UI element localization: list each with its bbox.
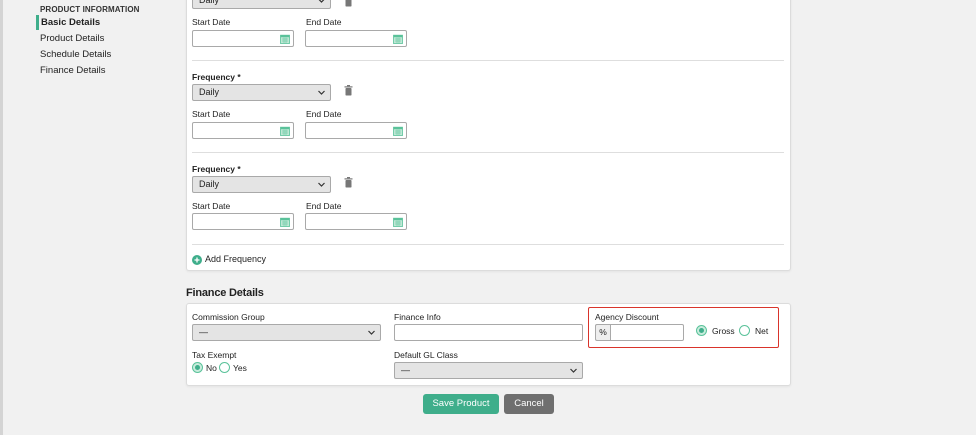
calendar-icon[interactable] bbox=[280, 126, 290, 136]
save-product-button[interactable]: Save Product bbox=[423, 394, 499, 414]
percent-addon: % bbox=[595, 324, 610, 341]
sidebar-item-schedule-details[interactable]: Schedule Details bbox=[36, 47, 156, 62]
sidebar: PRODUCT INFORMATION Basic Details Produc… bbox=[3, 0, 175, 435]
end-date-input-3[interactable] bbox=[305, 213, 407, 230]
gross-radio[interactable] bbox=[696, 325, 707, 336]
default-gl-class-value: — bbox=[401, 365, 410, 375]
frequency-label: Frequency * bbox=[192, 72, 241, 82]
add-frequency-label: Add Frequency bbox=[205, 254, 267, 264]
tax-exempt-yes-label: Yes bbox=[233, 363, 247, 373]
chevron-down-icon bbox=[318, 0, 325, 3]
chevron-down-icon bbox=[318, 90, 325, 95]
net-label: Net bbox=[755, 326, 769, 336]
plus-circle-icon bbox=[192, 255, 202, 265]
trash-icon[interactable] bbox=[344, 177, 353, 188]
cancel-button[interactable]: Cancel bbox=[504, 394, 554, 414]
chevron-down-icon bbox=[368, 330, 375, 335]
commission-group-select[interactable]: — bbox=[192, 324, 381, 341]
sidebar-item-finance-details[interactable]: Finance Details bbox=[36, 63, 156, 78]
commission-group-value: — bbox=[199, 327, 208, 337]
frequency-select-value: Daily bbox=[199, 179, 220, 189]
sidebar-heading: PRODUCT INFORMATION bbox=[40, 5, 140, 14]
start-date-label: Start Date bbox=[192, 201, 231, 211]
finance-info-label: Finance Info bbox=[394, 312, 441, 322]
divider bbox=[192, 244, 784, 245]
end-date-label: End Date bbox=[306, 109, 342, 119]
default-gl-class-label: Default GL Class bbox=[394, 350, 458, 360]
calendar-icon[interactable] bbox=[280, 217, 290, 227]
trash-icon[interactable] bbox=[344, 0, 353, 7]
end-date-input-2[interactable] bbox=[305, 122, 407, 139]
start-date-input-1[interactable] bbox=[192, 30, 294, 47]
finance-info-input[interactable] bbox=[394, 324, 583, 341]
start-date-input-3[interactable] bbox=[192, 213, 294, 230]
default-gl-class-select[interactable]: — bbox=[394, 362, 583, 379]
frequency-select-value: Daily bbox=[199, 0, 220, 5]
tax-exempt-no-label: No bbox=[206, 363, 217, 373]
calendar-icon[interactable] bbox=[393, 126, 403, 136]
start-date-input-2[interactable] bbox=[192, 122, 294, 139]
divider bbox=[192, 60, 784, 61]
end-date-label: End Date bbox=[306, 17, 342, 27]
chevron-down-icon bbox=[570, 368, 577, 373]
frequency-select-2[interactable]: Daily bbox=[192, 84, 331, 101]
end-date-label: End Date bbox=[306, 201, 342, 211]
frequency-select-value: Daily bbox=[199, 87, 220, 97]
frequency-select-1[interactable]: Daily bbox=[192, 0, 331, 9]
agency-discount-input[interactable] bbox=[610, 324, 684, 341]
chevron-down-icon bbox=[318, 182, 325, 187]
finance-details-title: Finance Details bbox=[186, 287, 264, 299]
tax-exempt-label: Tax Exempt bbox=[192, 350, 237, 360]
frequency-select-3[interactable]: Daily bbox=[192, 176, 331, 193]
calendar-icon[interactable] bbox=[393, 34, 403, 44]
start-date-label: Start Date bbox=[192, 17, 231, 27]
net-radio[interactable] bbox=[739, 325, 750, 336]
commission-group-label: Commission Group bbox=[192, 312, 265, 322]
frequency-label: Frequency * bbox=[192, 164, 241, 174]
sidebar-item-basic-details[interactable]: Basic Details bbox=[36, 15, 156, 30]
trash-icon[interactable] bbox=[344, 85, 353, 96]
start-date-label: Start Date bbox=[192, 109, 231, 119]
gross-label: Gross bbox=[712, 326, 735, 336]
divider bbox=[192, 152, 784, 153]
tax-exempt-no-radio[interactable] bbox=[192, 362, 203, 373]
end-date-input-1[interactable] bbox=[305, 30, 407, 47]
tax-exempt-yes-radio[interactable] bbox=[219, 362, 230, 373]
agency-discount-label: Agency Discount bbox=[595, 312, 659, 322]
calendar-icon[interactable] bbox=[393, 217, 403, 227]
calendar-icon[interactable] bbox=[280, 34, 290, 44]
sidebar-item-product-details[interactable]: Product Details bbox=[36, 31, 156, 46]
